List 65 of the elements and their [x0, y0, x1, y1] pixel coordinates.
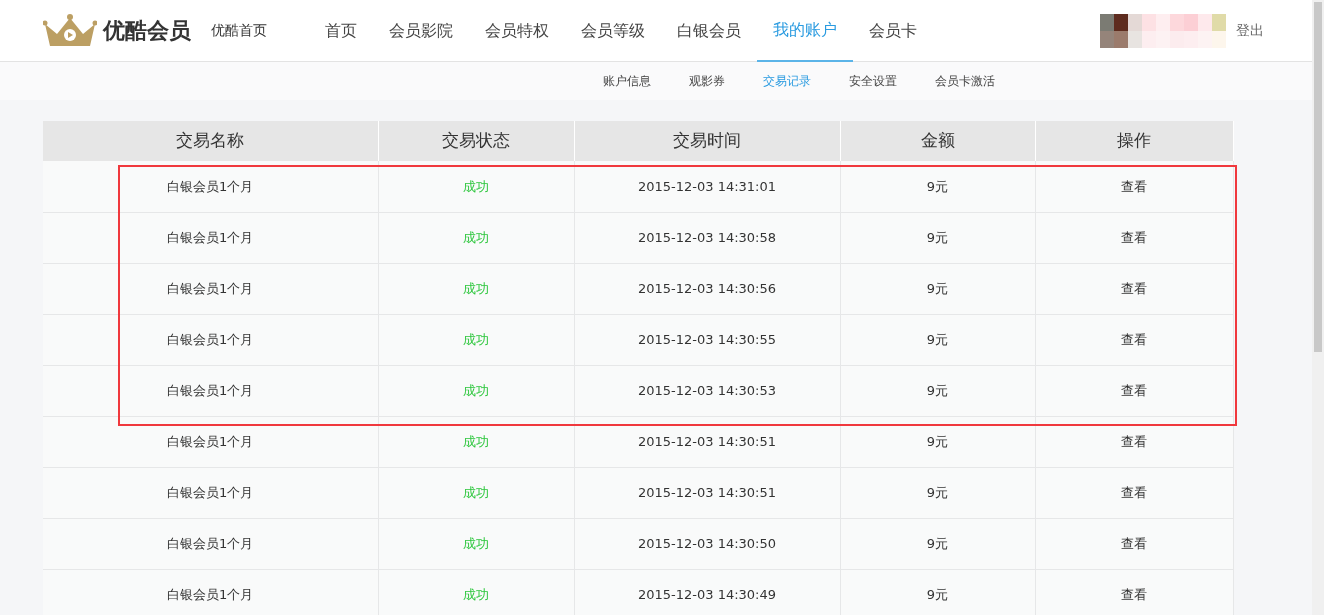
view-link[interactable]: 查看 [1121, 280, 1147, 296]
transaction-time: 2015-12-03 14:30:56 [637, 280, 777, 296]
transaction-name: 白银会员1个月 [167, 586, 254, 602]
status-text: 成功 [463, 433, 489, 449]
status-text: 成功 [463, 484, 489, 500]
transaction-name: 白银会员1个月 [167, 229, 254, 245]
amount-text: 9元 [926, 331, 949, 347]
view-link[interactable]: 查看 [1121, 484, 1147, 500]
brand-name: 优酷会员 [103, 17, 191, 45]
status-text: 成功 [463, 535, 489, 551]
transaction-time: 2015-12-03 14:30:58 [637, 229, 777, 245]
status-text: 成功 [463, 280, 489, 296]
amount-text: 9元 [926, 280, 949, 296]
nav-tab[interactable]: 会员特权 [469, 0, 565, 62]
logout-link[interactable]: 登出 [1236, 20, 1264, 41]
column-header: 金额 [840, 121, 1035, 161]
subnav-tab[interactable]: 观影券 [673, 72, 741, 90]
scrollbar[interactable] [1312, 0, 1324, 615]
transaction-name: 白银会员1个月 [167, 280, 254, 296]
transaction-name: 白银会员1个月 [167, 331, 254, 347]
nav-tab[interactable]: 会员等级 [565, 0, 661, 62]
column-header: 操作 [1035, 121, 1233, 161]
subnav-tab[interactable]: 账户信息 [587, 72, 667, 90]
transaction-name: 白银会员1个月 [167, 535, 254, 551]
column-header: 交易时间 [574, 121, 840, 161]
view-link[interactable]: 查看 [1121, 586, 1147, 602]
transaction-name: 白银会员1个月 [167, 484, 254, 500]
nav-tab[interactable]: 会员卡 [853, 0, 933, 62]
view-link[interactable]: 查看 [1121, 535, 1147, 551]
transaction-time: 2015-12-03 14:30:55 [637, 331, 777, 347]
view-link[interactable]: 查看 [1121, 229, 1147, 245]
nav-tab[interactable]: 会员影院 [373, 0, 469, 62]
home-link[interactable]: 优酷首页 [211, 20, 267, 41]
amount-text: 9元 [926, 178, 949, 194]
transaction-time: 2015-12-03 14:31:01 [637, 178, 777, 194]
transaction-time: 2015-12-03 14:30:49 [637, 586, 777, 602]
nav-tab[interactable]: 首页 [309, 0, 373, 62]
view-link[interactable]: 查看 [1121, 331, 1147, 347]
column-header: 交易状态 [378, 121, 574, 161]
subnav-tab[interactable]: 会员卡激活 [919, 72, 1011, 90]
transaction-name: 白银会员1个月 [167, 178, 254, 194]
status-text: 成功 [463, 382, 489, 398]
amount-text: 9元 [926, 484, 949, 500]
amount-text: 9元 [926, 382, 949, 398]
amount-text: 9元 [926, 535, 949, 551]
transaction-time: 2015-12-03 14:30:51 [637, 484, 777, 500]
crown-logo-icon [43, 13, 97, 48]
transaction-name: 白银会员1个月 [167, 382, 254, 398]
nav-tab[interactable]: 白银会员 [661, 0, 757, 62]
status-text: 成功 [463, 586, 489, 602]
status-text: 成功 [463, 331, 489, 347]
transaction-time: 2015-12-03 14:30:51 [637, 433, 777, 449]
transaction-name: 白银会员1个月 [167, 433, 254, 449]
subnav-tab[interactable]: 安全设置 [833, 72, 913, 90]
column-header: 交易名称 [43, 121, 378, 161]
amount-text: 9元 [926, 433, 949, 449]
status-text: 成功 [463, 229, 489, 245]
amount-text: 9元 [926, 229, 949, 245]
status-text: 成功 [463, 178, 489, 194]
view-link[interactable]: 查看 [1121, 433, 1147, 449]
view-link[interactable]: 查看 [1121, 178, 1147, 194]
view-link[interactable]: 查看 [1121, 382, 1147, 398]
transaction-time: 2015-12-03 14:30:50 [637, 535, 777, 551]
amount-text: 9元 [926, 586, 949, 602]
transaction-time: 2015-12-03 14:30:53 [637, 382, 777, 398]
